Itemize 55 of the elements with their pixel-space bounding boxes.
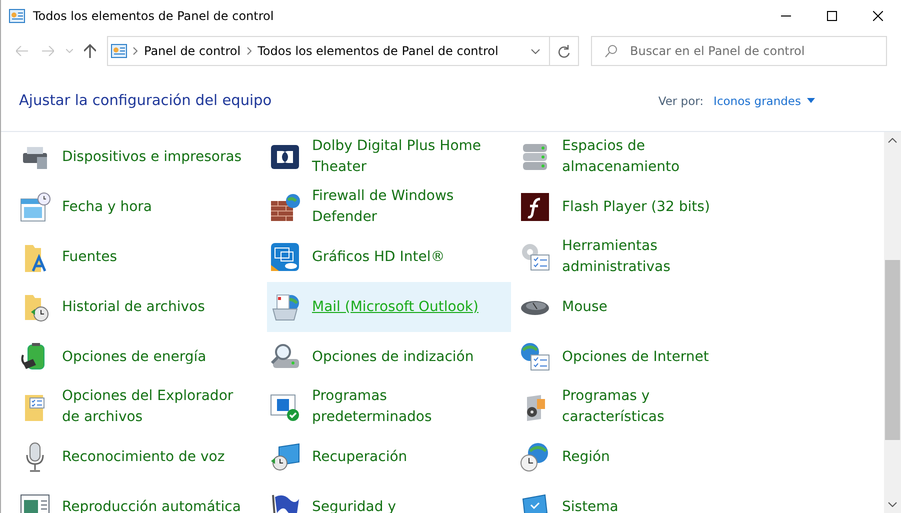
control-panel-item[interactable]: Flash Player (32 bits) (517, 182, 761, 232)
control-panel-item[interactable]: Historial de archivos (17, 282, 261, 332)
control-panel-icon (111, 44, 127, 58)
display-badge-icon (269, 241, 301, 273)
refresh-icon (558, 44, 570, 58)
control-panel-item[interactable]: Fecha y hora (17, 182, 261, 232)
search-icon (605, 45, 617, 58)
forward-arrow-icon (42, 46, 54, 56)
control-panel-item[interactable]: Mouse (517, 282, 761, 332)
control-panel-item[interactable]: Reconocimiento de voz (17, 432, 261, 482)
control-panel-item[interactable]: Programas y características (517, 382, 761, 432)
control-panel-item[interactable]: Recuperación (267, 432, 511, 482)
up-arrow-icon (84, 44, 96, 58)
control-panel-item[interactable]: Programas predeterminados (267, 382, 511, 432)
calendar-clock-icon (19, 191, 51, 223)
caret-icon (807, 98, 815, 103)
control-panel-item[interactable]: Dispositivos e impresoras (17, 132, 261, 182)
control-panel-item[interactable]: Opciones de Internet (517, 332, 761, 382)
maximize-icon (827, 11, 837, 21)
scroll-thumb[interactable] (885, 260, 900, 440)
control-panel-item[interactable]: Espacios de almacenamiento (517, 132, 761, 182)
script-f-icon (519, 191, 551, 223)
control-panel-item[interactable]: Gráficos HD Intel® (267, 232, 511, 282)
scroll-down-icon[interactable] (888, 502, 897, 507)
scroll-up-icon[interactable] (888, 138, 897, 143)
search-field[interactable]: Buscar en el Panel de control (591, 36, 887, 66)
chevron-icon (246, 47, 252, 55)
control-panel-item[interactable]: Región (517, 432, 761, 482)
page-heading: Ajustar la configuración del equipo (19, 92, 273, 108)
control-panel-item[interactable]: Opciones de energía (17, 332, 261, 382)
globe-checklist-icon (519, 341, 551, 373)
breadcrumb[interactable]: Todos los elementos de Panel de control (258, 44, 498, 58)
control-panel-item[interactable]: Opciones de indización (267, 332, 511, 382)
control-panel-item[interactable]: Opciones del Explorador de archivos (17, 382, 261, 432)
globe-clock-icon (519, 441, 551, 473)
scrollbar[interactable] (884, 132, 901, 513)
breadcrumb[interactable]: Panel de control (144, 44, 241, 58)
caret-icon (530, 48, 540, 54)
control-panel-item[interactable]: Herramientas administrativas (517, 232, 761, 282)
brick-wall-icon (269, 191, 301, 223)
close-icon (873, 11, 883, 21)
control-panel-item[interactable]: Sistema (517, 482, 761, 513)
caret-icon (66, 49, 72, 53)
control-panel-item[interactable]: Fuentes (17, 232, 261, 282)
back-arrow-icon (16, 46, 28, 56)
window-title: Todos los elementos de Panel de control (33, 9, 275, 23)
control-panel-item[interactable]: Dolby Digital Plus Home Theater (267, 132, 511, 182)
gear-checklist-icon (519, 241, 551, 273)
address-bar[interactable]: Panel de control Todos los elementos de Panel de control (107, 36, 579, 66)
control-panel-icon (9, 9, 25, 23)
monitor-clock-icon (269, 441, 301, 473)
control-panel-item[interactable]: Firewall de Windows Defender (267, 182, 511, 232)
view-by-dropdown[interactable]: Iconos grandes (714, 94, 815, 108)
view-by-label: Ver por: (658, 94, 704, 108)
chevron-icon (133, 47, 138, 55)
